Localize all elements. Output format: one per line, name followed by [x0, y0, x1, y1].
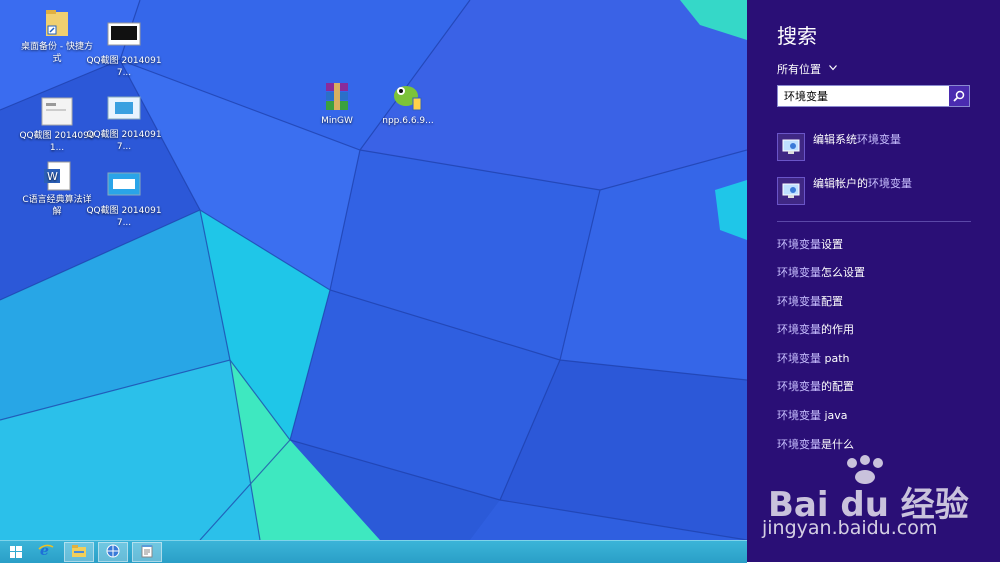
svg-text:W: W [47, 170, 58, 183]
search-scope-label: 所有位置 [777, 63, 821, 76]
internet-explorer-icon: e [38, 542, 54, 562]
search-suggestion[interactable]: 环境变量的配置 [777, 378, 854, 394]
setting-result-label: 编辑系统环境变量 [813, 133, 901, 146]
desktop-icon-label: npp.6.6.9... [382, 116, 434, 126]
file-explorer-icon [71, 543, 87, 562]
taskbar-notepad[interactable] [132, 542, 162, 562]
desktop-icon-mingw[interactable]: MinGW [299, 82, 375, 127]
control-panel-system-icon [777, 177, 805, 205]
setting-result-edit-system-env[interactable]: 编辑系统环境变量 [777, 132, 901, 162]
desktop-icon-qq-screenshot-2[interactable]: QQ截图 20140901... [19, 97, 95, 154]
desktop-icon-label: MinGW [321, 116, 353, 126]
taskbar-file-explorer[interactable] [64, 542, 94, 562]
search-box [777, 85, 970, 107]
results-divider [777, 221, 971, 222]
search-scope-dropdown[interactable]: 所有位置 [777, 61, 837, 77]
globe-icon [106, 543, 120, 562]
wallpaper-balloon [0, 0, 747, 540]
start-button[interactable] [1, 542, 31, 562]
chevron-down-icon [829, 64, 837, 74]
desktop-icon-qq-screenshot-1[interactable]: QQ截图 20140917... [86, 22, 162, 79]
notepad-icon [140, 543, 154, 562]
image-thumbnail-icon [107, 22, 141, 52]
setting-result-label: 编辑帐户的环境变量 [813, 177, 912, 190]
desktop-icon-word-document[interactable]: W C语言经典算法详解 [19, 161, 95, 218]
search-suggestion[interactable]: 环境变量 java [777, 407, 848, 423]
search-input[interactable] [778, 86, 960, 106]
notepad-plus-plus-chameleon-icon [391, 82, 425, 112]
desktop-icon-label: QQ截图 20140917... [86, 130, 162, 152]
control-panel-system-icon [777, 133, 805, 161]
search-suggestion[interactable]: 环境变量怎么设置 [777, 264, 865, 280]
desktop-icon-notepadpp-installer[interactable]: npp.6.6.9... [370, 82, 446, 127]
desktop-icon-label: 桌面备份 - 快捷方式 [21, 42, 93, 64]
search-suggestion[interactable]: 环境变量的作用 [777, 321, 854, 337]
desktop[interactable]: 桌面备份 - 快捷方式 QQ截图 20140917... QQ截图 201409… [0, 0, 747, 540]
desktop-icon-label: QQ截图 20140901... [19, 131, 95, 153]
desktop-icon-qq-screenshot-4[interactable]: QQ截图 20140917... [86, 172, 162, 229]
search-suggestion[interactable]: 环境变量 path [777, 350, 850, 366]
setting-result-edit-account-env[interactable]: 编辑帐户的环境变量 [777, 176, 912, 206]
watermark-url: jingyan.baidu.com [762, 517, 938, 539]
word-document-icon: W [40, 161, 74, 191]
baidu-jingyan-watermark: Bai du 经验 jingyan.baidu.com [762, 455, 992, 545]
image-thumbnail-icon [107, 172, 141, 202]
taskbar: e [0, 540, 747, 563]
desktop-icon-qq-screenshot-3[interactable]: QQ截图 20140917... [86, 96, 162, 153]
windows-logo-icon [10, 543, 22, 562]
search-icon [953, 87, 965, 106]
desktop-icon-label: QQ截图 20140917... [86, 56, 162, 78]
image-thumbnail-icon [40, 97, 74, 127]
winrar-archive-icon [320, 82, 354, 112]
taskbar-globe-app[interactable] [98, 542, 128, 562]
search-suggestion[interactable]: 环境变量配置 [777, 293, 843, 309]
folder-shortcut-icon [40, 8, 74, 38]
taskbar-internet-explorer[interactable]: e [31, 542, 61, 562]
desktop-icon-label: QQ截图 20140917... [86, 206, 162, 228]
desktop-icon-backup-shortcut[interactable]: 桌面备份 - 快捷方式 [19, 8, 95, 65]
search-suggestion[interactable]: 环境变量是什么 [777, 436, 854, 452]
search-button[interactable] [949, 86, 969, 106]
desktop-icon-label: C语言经典算法详解 [22, 195, 92, 217]
search-suggestion[interactable]: 环境变量设置 [777, 236, 843, 252]
image-thumbnail-icon [107, 96, 141, 126]
charm-title: 搜索 [777, 24, 817, 48]
